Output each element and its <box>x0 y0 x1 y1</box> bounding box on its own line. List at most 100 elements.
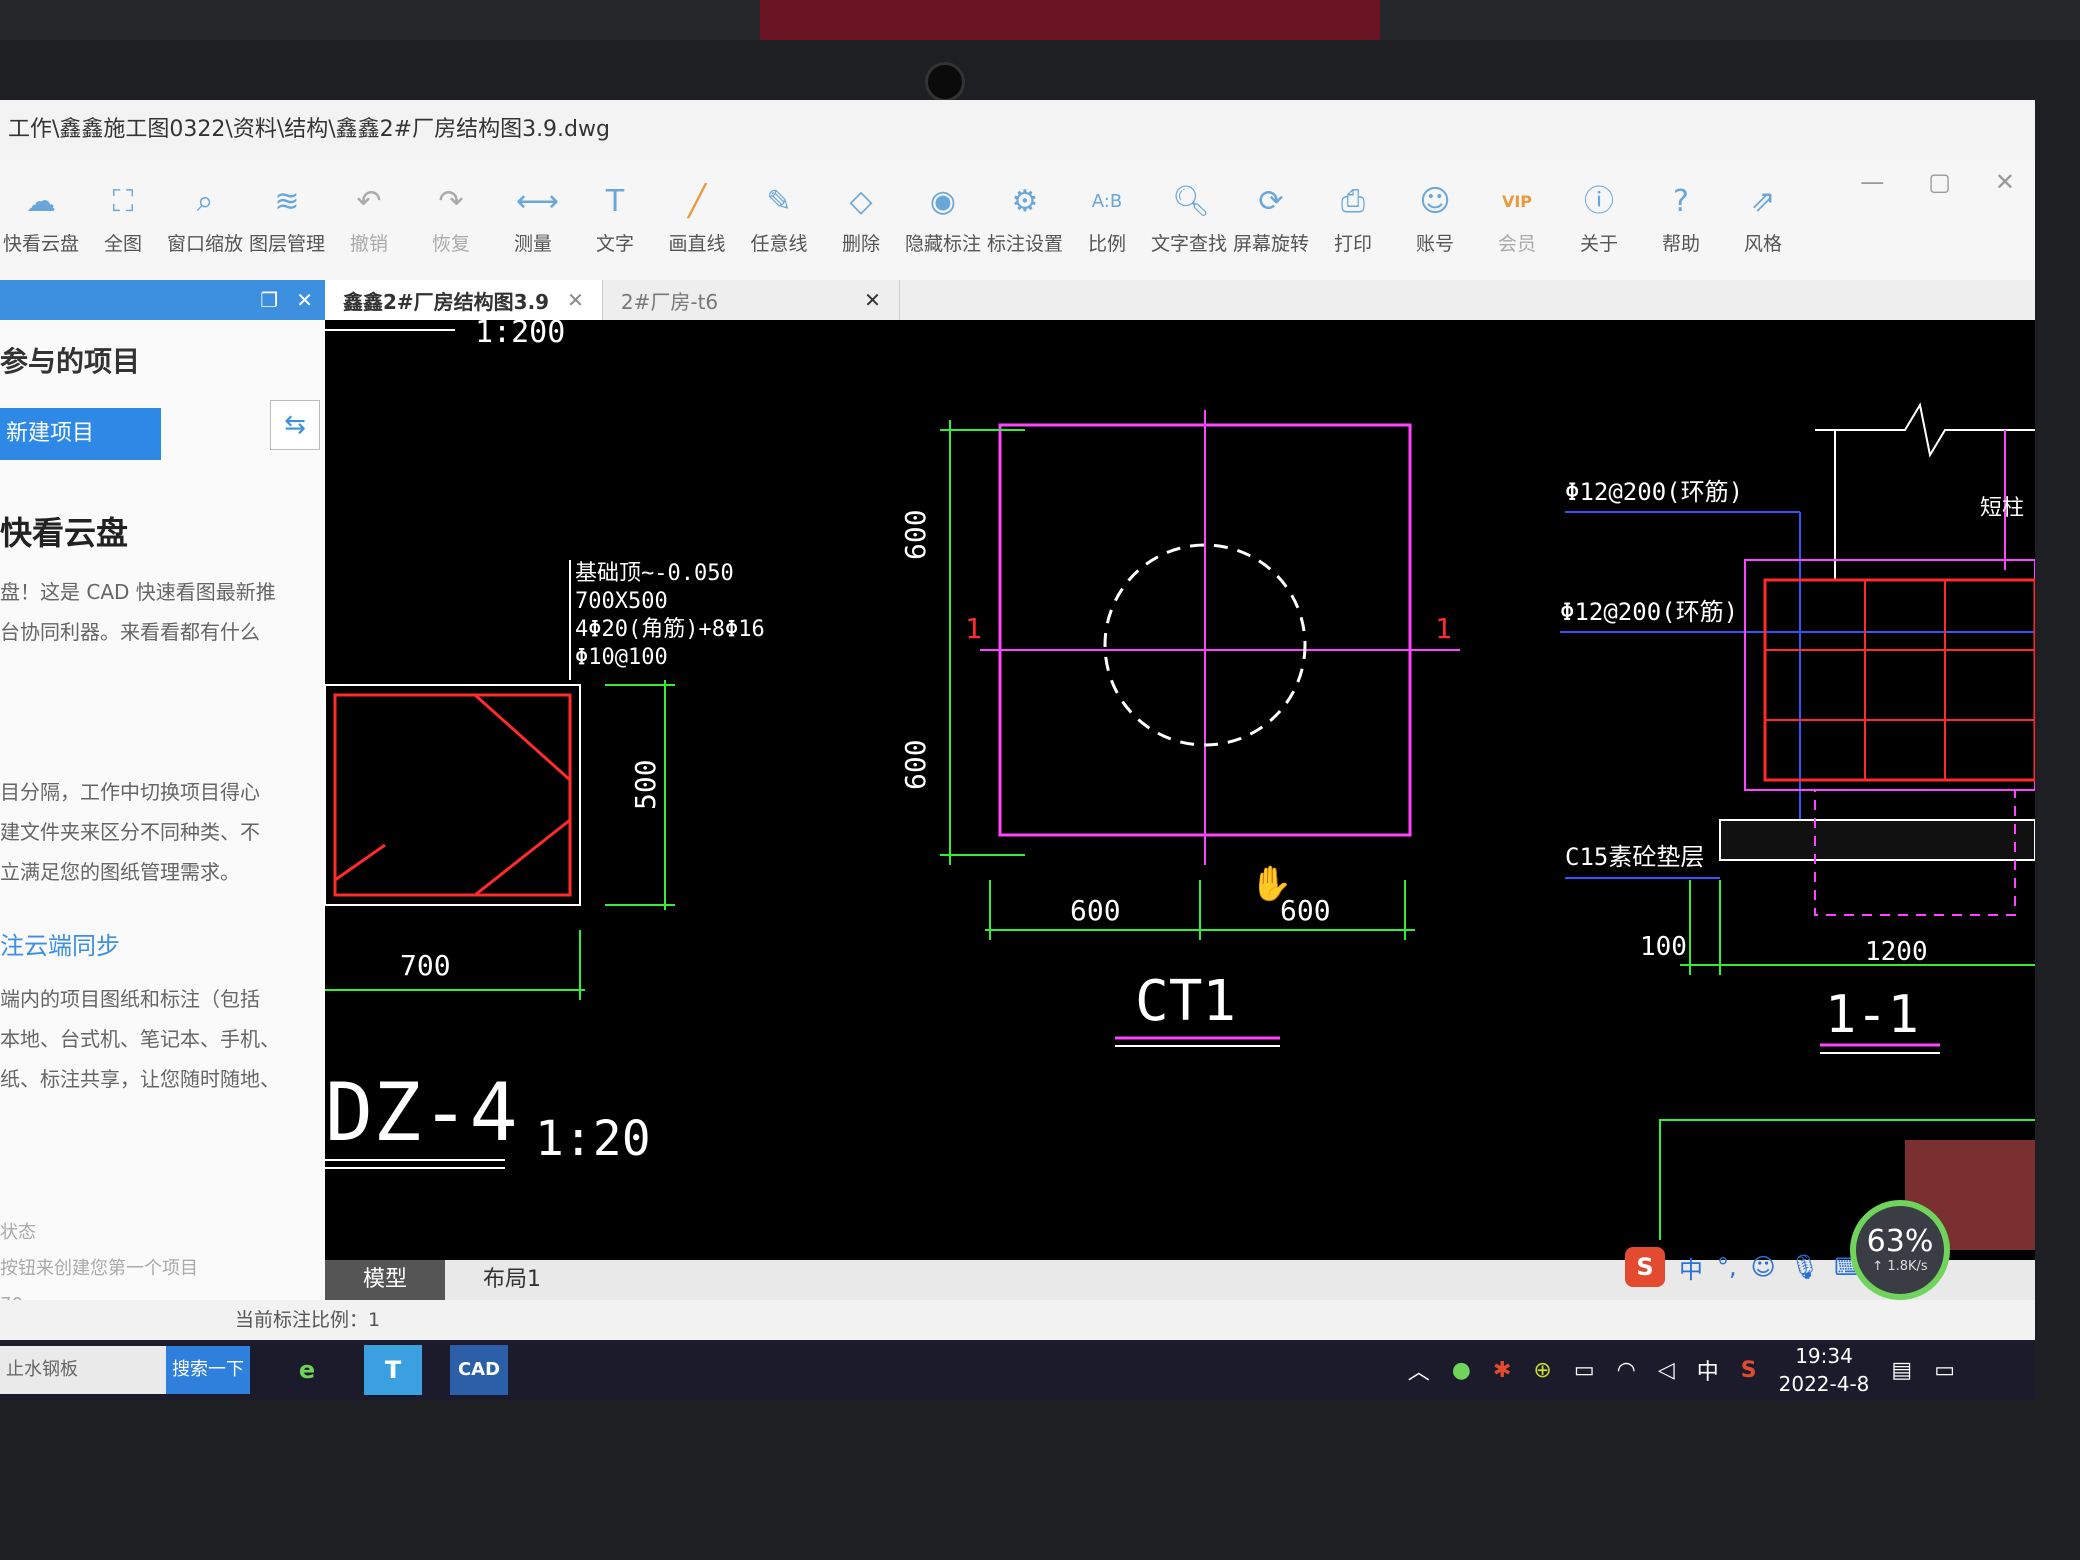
toolbar-label: 会员 <box>1497 232 1536 255</box>
taskbar-app-t[interactable]: T <box>364 1345 422 1395</box>
print-icon: ⎙ <box>1341 183 1365 219</box>
toolbar-find-text-button[interactable]: 🔍︎ 文字查找 <box>1148 170 1230 270</box>
toolbar-label: 全图 <box>103 232 142 255</box>
measure-icon: ⟷ <box>516 183 560 219</box>
new-project-button[interactable]: 新建项目 <box>0 408 161 460</box>
lanyard-ribbon <box>760 0 1380 40</box>
tab-document-1[interactable]: 鑫鑫2#厂房结构图3.9 ✕ <box>325 280 603 320</box>
toolbar-label: 帮助 <box>1661 232 1700 255</box>
toolbar-help-button[interactable]: ? 帮助 <box>1640 170 1722 270</box>
toolbar-scale-button[interactable]: A:B 比例 <box>1066 170 1148 270</box>
notes-icon[interactable]: ▤ <box>1891 1358 1912 1383</box>
toolbar-label: 比例 <box>1087 232 1126 255</box>
network-gauge[interactable]: 63% ↑ 1.8K/s <box>1850 1200 1950 1300</box>
toolbar-style-button[interactable]: ⇗ 风格 <box>1722 170 1804 270</box>
tab-label: 2#厂房-t6 <box>620 289 719 314</box>
section-break-line <box>1815 402 2035 458</box>
screen: 工作\鑫鑫施工图0322\资料\结构\鑫鑫2#厂房结构图3.9.dwg ☁ 快看云… <box>0 100 2035 1400</box>
taskbar-search-input[interactable]: 止水钢板 <box>0 1346 166 1394</box>
battery-icon[interactable]: ▭ <box>1574 1358 1595 1383</box>
section-cushion-label: C15素砼垫层 <box>1565 843 1704 871</box>
section-rebar-2: Φ12@200(环筋) <box>1560 598 1738 626</box>
clock[interactable]: 19:34 2022-4-8 <box>1779 1342 1870 1398</box>
toolbar-about-button[interactable]: ⓘ 关于 <box>1558 170 1640 270</box>
close-tab-icon[interactable]: ✕ <box>567 288 584 312</box>
toolbar-text-button[interactable]: T 文字 <box>574 170 656 270</box>
window-controls: — ▢ ✕ <box>1860 168 2015 196</box>
microphone-icon[interactable]: 🎙︎ <box>1790 1253 1820 1281</box>
document-tabs: 鑫鑫2#厂房结构图3.9 ✕ 2#厂房-t6 ✕ <box>325 280 2035 320</box>
emoji-icon[interactable]: ☺ <box>1751 1253 1776 1281</box>
toolbar-label: 删除 <box>841 232 880 255</box>
toolbar-window-zoom-button[interactable]: ⌕ 窗口缩放 <box>164 170 246 270</box>
ime-mode[interactable]: 中 <box>1679 1250 1703 1285</box>
minimize-button[interactable]: — <box>1860 168 1884 196</box>
sync-icon[interactable]: ⇆ <box>270 400 320 450</box>
redo-icon: ↷ <box>438 183 464 219</box>
restore-panel-icon[interactable]: ❐ <box>260 288 278 312</box>
feature-line: 建文件夹来区分不同种类、不 <box>0 820 260 844</box>
sidebar-footer: 状态 按钮来创建您第一个项目 70 <box>0 1215 198 1310</box>
tab-document-2[interactable]: 2#厂房-t6 ✕ <box>603 280 900 320</box>
toolbar-label: 恢复 <box>431 232 470 255</box>
toolbar-fit-all-button[interactable]: ⛶ 全图 <box>82 170 164 270</box>
toolbar-delete-button[interactable]: ◇ 删除 <box>820 170 902 270</box>
scale-icon: A:B <box>1091 190 1123 212</box>
taskbar-app-browser[interactable]: e <box>278 1345 336 1395</box>
footer-line: 状态 <box>0 1222 36 1243</box>
tab-layout1[interactable]: 布局1 <box>445 1260 579 1300</box>
cloud-icon: ☁ <box>26 183 56 219</box>
toolbar: ☁ 快看云盘 ⛶ 全图 ⌕ 窗口缩放 ≋ 图层管理 ↶ 撤销 ↷ 恢复 ⟷ 测量 T 文字 ╱ 画… <box>0 160 2035 281</box>
close-button[interactable]: ✕ <box>1995 168 2015 196</box>
sync-line: 本地、台式机、笔记本、手机、 <box>0 1027 280 1051</box>
toolbar-layers-button[interactable]: ≋ 图层管理 <box>246 170 328 270</box>
antivirus-icon[interactable]: ✱ <box>1493 1358 1511 1383</box>
toolbar-label: 打印 <box>1333 232 1372 255</box>
section-cap-outline <box>1744 559 2035 791</box>
toolbar-freehand-button[interactable]: ✎ 任意线 <box>738 170 820 270</box>
toolbar-account-button[interactable]: ☺ 账号 <box>1394 170 1476 270</box>
toolbar-cloud-button[interactable]: ☁ 快看云盘 <box>0 170 82 270</box>
sync-link[interactable]: 注云端同步 <box>0 926 325 961</box>
sync-line: 端内的项目图纸和标注（包括 <box>0 987 260 1011</box>
info-icon: ⓘ <box>1584 183 1614 219</box>
sogou-tray-icon[interactable]: S <box>1741 1358 1757 1383</box>
toolbar-vip-button[interactable]: VIP 会员 <box>1476 170 1558 270</box>
update-icon[interactable]: ⊕ <box>1533 1358 1551 1383</box>
toolbar-undo-button[interactable]: ↶ 撤销 <box>328 170 410 270</box>
chevron-up-icon[interactable]: ︿ <box>1408 1354 1430 1386</box>
toolbar-redo-button[interactable]: ↷ 恢复 <box>410 170 492 270</box>
section-column-label: 短柱 <box>1980 496 2024 521</box>
sogou-icon[interactable]: S <box>1625 1247 1665 1287</box>
toolbar-print-button[interactable]: ⎙ 打印 <box>1312 170 1394 270</box>
toolbar-annotation-settings-button[interactable]: ⚙ 标注设置 <box>984 170 1066 270</box>
toolbar-label: 任意线 <box>750 232 808 255</box>
taskbar-search-button[interactable]: 搜索一下 <box>166 1346 250 1394</box>
dz4-title: DZ-4 <box>325 1066 518 1159</box>
dz4-tie <box>474 818 571 897</box>
wechat-icon[interactable]: ● <box>1452 1358 1471 1383</box>
toolbar-rotate-button[interactable]: ⟳ 屏幕旋转 <box>1230 170 1312 270</box>
toolbar-measure-button[interactable]: ⟷ 测量 <box>492 170 574 270</box>
wifi-icon[interactable]: ◠ <box>1617 1358 1636 1383</box>
toolbar-line-button[interactable]: ╱ 画直线 <box>656 170 738 270</box>
taskbar-app-cad[interactable]: CAD <box>450 1345 508 1395</box>
tab-model[interactable]: 模型 <box>325 1260 446 1300</box>
toolbar-hide-annotation-button[interactable]: ◉ 隐藏标注 <box>902 170 984 270</box>
toolbar-label: 快看云盘 <box>2 232 79 255</box>
notification-icon[interactable]: ▭ <box>1934 1358 1955 1383</box>
close-tab-icon[interactable]: ✕ <box>864 288 881 312</box>
volume-icon[interactable]: ◁ <box>1658 1358 1675 1383</box>
tray-ime[interactable]: 中 <box>1697 1354 1719 1386</box>
close-panel-icon[interactable]: ✕ <box>296 288 313 312</box>
ime-punct[interactable]: °, <box>1717 1253 1737 1281</box>
maximize-button[interactable]: ▢ <box>1928 168 1951 196</box>
sidebar-heading: 快看云盘 <box>0 514 129 552</box>
section-dim-small: 100 <box>1640 932 1687 962</box>
cad-canvas[interactable]: 1:200 基础顶~-0.050 700X500 4Φ20(角筋)+8Φ16 Φ… <box>325 320 2035 1260</box>
status-bar: 当前标注比例：1 <box>0 1300 2035 1340</box>
toolbar-label: 屏幕旋转 <box>1232 232 1309 255</box>
ct1-section-left: 1 <box>965 612 982 645</box>
gauge-speed: ↑ 1.8K/s <box>1872 1259 1928 1274</box>
vip-icon: VIP <box>1501 191 1533 211</box>
